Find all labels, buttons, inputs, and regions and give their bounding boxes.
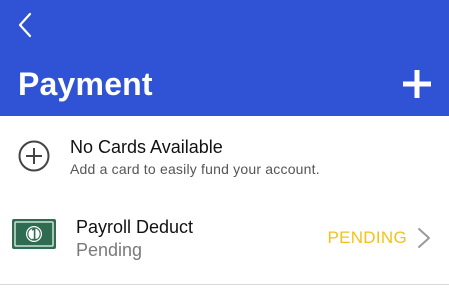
no-cards-title: No Cards Available	[70, 137, 223, 157]
status-badge: PENDING	[327, 228, 407, 247]
list-divider	[0, 284, 449, 285]
plus-circle-icon	[18, 140, 50, 172]
chevron-right-icon	[418, 228, 430, 248]
back-button[interactable]	[10, 8, 40, 42]
add-payment-button[interactable]	[400, 66, 434, 102]
chevron-left-icon	[18, 12, 32, 38]
no-cards-subtitle: Add a card to easily fund your account.	[70, 161, 320, 177]
no-cards-row[interactable]: No Cards Available Add a card to easily …	[0, 116, 449, 200]
payroll-title: Payroll Deduct	[76, 217, 194, 237]
payroll-subtitle: Pending	[76, 240, 143, 260]
payroll-deduct-row[interactable]: Payroll Deduct Pending PENDING	[0, 200, 449, 270]
app-header: Payment	[0, 0, 449, 116]
page-title: Payment	[18, 66, 153, 102]
money-bill-icon	[12, 219, 56, 249]
plus-icon	[403, 70, 431, 98]
